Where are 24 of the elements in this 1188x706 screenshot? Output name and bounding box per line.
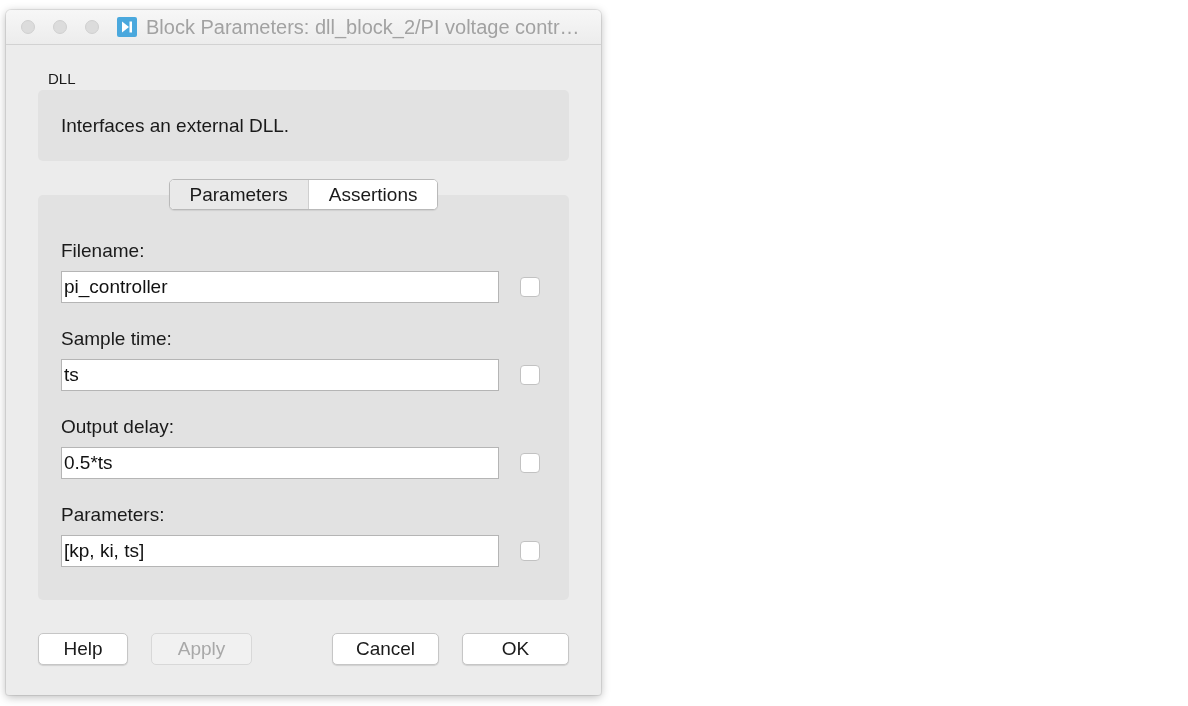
input-field[interactable]: [kp, ki, ts] — [61, 535, 499, 567]
input-field[interactable]: pi_controller — [61, 271, 499, 303]
checkbox[interactable] — [520, 541, 540, 561]
close-button[interactable] — [21, 20, 35, 34]
block-type-label: DLL — [48, 70, 76, 88]
window-title: Block Parameters: dll_block_2/PI voltage contr… — [146, 15, 580, 39]
field-label: Output delay: — [61, 417, 175, 437]
field-label: Sample time: — [61, 329, 172, 349]
field-label: Parameters: — [61, 505, 165, 525]
input-field[interactable]: 0.5*ts — [61, 447, 499, 479]
zoom-button[interactable] — [85, 20, 99, 34]
field-label: Filename: — [61, 241, 145, 261]
checkbox[interactable] — [520, 453, 540, 473]
input-field[interactable]: ts — [61, 359, 499, 391]
dialog-button[interactable]: Help — [38, 633, 128, 665]
checkbox[interactable] — [520, 277, 540, 297]
checkbox[interactable] — [520, 365, 540, 385]
skip-forward-icon — [117, 17, 137, 37]
dialog-button[interactable]: Cancel — [332, 633, 439, 665]
minimize-button[interactable] — [53, 20, 67, 34]
tab[interactable]: Parameters — [169, 180, 308, 209]
description-text: Interfaces an external DLL. — [61, 114, 290, 137]
tab[interactable]: Assertions — [307, 180, 438, 209]
dialog-button[interactable]: OK — [462, 633, 569, 665]
